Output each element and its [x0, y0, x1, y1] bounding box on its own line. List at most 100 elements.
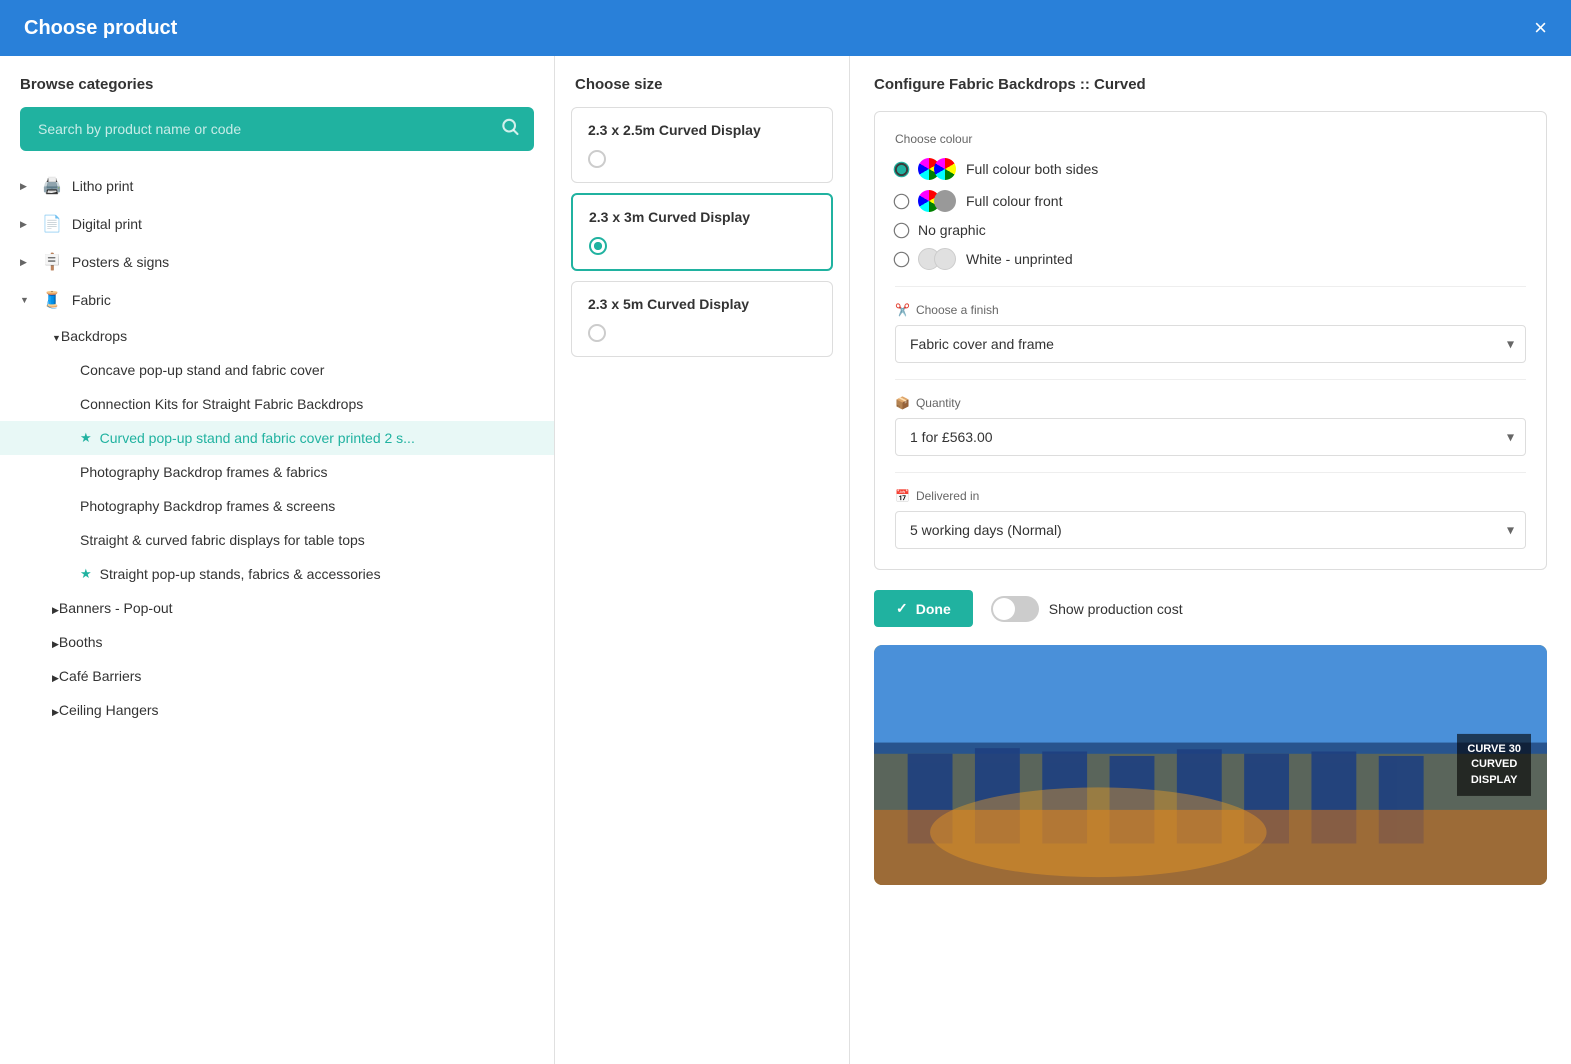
search-input[interactable] [20, 107, 534, 151]
swatch-circle [934, 248, 956, 270]
size-card-3[interactable]: 2.3 x 5m Curved Display [571, 281, 833, 357]
radio-button[interactable] [588, 324, 606, 342]
colour-radio-full-front[interactable] [894, 193, 910, 209]
modal-body: Browse categories 🖨️ Litho print 📄 Digit… [0, 56, 1571, 1064]
sidebar-item-label: Fabric [72, 292, 111, 308]
radio-button[interactable] [589, 237, 607, 255]
divider [895, 472, 1526, 473]
arrow-icon [52, 600, 59, 616]
modal-header: Choose product × [0, 0, 1571, 56]
arrow-icon [20, 294, 32, 306]
config-box: Choose colour Full colour both sides Ful… [874, 111, 1547, 570]
colour-radio-white[interactable] [894, 251, 910, 267]
sidebar-item-connection[interactable]: Connection Kits for Straight Fabric Back… [0, 387, 554, 421]
size-card-label: 2.3 x 2.5m Curved Display [588, 122, 816, 138]
sidebar-item-backdrops[interactable]: Backdrops [0, 319, 554, 353]
category-icon: 📄 [42, 214, 62, 234]
arrow-icon [20, 218, 32, 230]
radio-button[interactable] [588, 150, 606, 168]
colour-option-full-front[interactable]: Full colour front [895, 190, 1526, 212]
sidebar-item-posters[interactable]: 🪧 Posters & signs [0, 243, 554, 281]
quantity-select-wrap: 1 for £563.00 2 for £1,020.00 3 for £1,4… [895, 418, 1526, 456]
size-card-1[interactable]: 2.3 x 2.5m Curved Display [571, 107, 833, 183]
sidebar-item-label: Straight pop-up stands, fabrics & access… [100, 566, 381, 582]
sidebar-item-litho[interactable]: 🖨️ Litho print [0, 167, 554, 205]
category-list: 🖨️ Litho print 📄 Digital print 🪧 Posters… [0, 167, 554, 727]
size-radio-1[interactable] [588, 150, 816, 168]
colour-option-no-graphic[interactable]: No graphic [895, 222, 1526, 238]
sidebar-item-label: Photography Backdrop frames & fabrics [80, 464, 327, 480]
quantity-select[interactable]: 1 for £563.00 2 for £1,020.00 3 for £1,4… [895, 418, 1526, 456]
sidebar-item-cafe[interactable]: Café Barriers [0, 659, 554, 693]
colour-section-label: Choose colour [895, 132, 1526, 146]
category-icon: 🪧 [42, 252, 62, 272]
arrow-icon [20, 256, 32, 268]
sidebar-item-label: Digital print [72, 216, 142, 232]
colour-option-white[interactable]: White - unprinted [895, 248, 1526, 270]
product-overlay: CURVE 30 CURVED DISPLAY [1457, 734, 1531, 796]
sidebar-item-ceiling[interactable]: Ceiling Hangers [0, 693, 554, 727]
divider [895, 379, 1526, 380]
sidebar-item-photo-screens[interactable]: Photography Backdrop frames & screens [0, 489, 554, 523]
overlay-line2: CURVED [1467, 757, 1521, 772]
swatch-circle [934, 190, 956, 212]
delivery-select-wrap: 5 working days (Normal) 3 working days (… [895, 511, 1526, 549]
size-radio-2[interactable] [589, 237, 815, 255]
right-panel: Configure Fabric Backdrops :: Curved Cho… [850, 56, 1571, 1064]
sidebar-item-label: Concave pop-up stand and fabric cover [80, 362, 324, 378]
sidebar-item-label: Photography Backdrop frames & screens [80, 498, 335, 514]
sidebar-item-label: Curved pop-up stand and fabric cover pri… [100, 430, 415, 446]
colour-option-full-both[interactable]: Full colour both sides [895, 158, 1526, 180]
finish-select[interactable]: Fabric cover and frame Fabric cover only… [895, 325, 1526, 363]
sidebar-item-curved[interactable]: ★ Curved pop-up stand and fabric cover p… [0, 421, 554, 455]
sidebar-item-straight-table[interactable]: Straight & curved fabric displays for ta… [0, 523, 554, 557]
delivery-select[interactable]: 5 working days (Normal) 3 working days (… [895, 511, 1526, 549]
overlay-line3: DISPLAY [1467, 773, 1521, 788]
overlay-line1: CURVE 30 [1467, 742, 1521, 757]
arrow-icon [52, 668, 59, 684]
colour-label: Full colour both sides [966, 161, 1098, 177]
sidebar-item-label: Straight & curved fabric displays for ta… [80, 532, 365, 548]
sidebar-item-label: Banners - Pop-out [59, 600, 173, 616]
sidebar-item-straight-pop[interactable]: ★ Straight pop-up stands, fabrics & acce… [0, 557, 554, 591]
choose-size-title: Choose size [555, 76, 849, 107]
finish-section-label: ✂️ Choose a finish [895, 303, 1526, 317]
search-box [20, 107, 534, 151]
size-radio-3[interactable] [588, 324, 816, 342]
modal-title: Choose product [24, 17, 177, 40]
quantity-section-label: 📦 Quantity [895, 396, 1526, 410]
sidebar-item-label: Litho print [72, 178, 133, 194]
quantity-icon: 📦 [895, 396, 910, 410]
search-icon [500, 117, 520, 142]
arrow-icon [52, 634, 59, 650]
colour-radio-no-graphic[interactable] [894, 222, 910, 238]
finish-icon: ✂️ [895, 303, 910, 317]
colour-radio-full-both[interactable] [894, 161, 910, 177]
size-card-label: 2.3 x 5m Curved Display [588, 296, 816, 312]
colour-label: White - unprinted [966, 251, 1073, 267]
size-card-2[interactable]: 2.3 x 3m Curved Display [571, 193, 833, 271]
category-icon: 🧵 [42, 290, 62, 310]
sidebar-item-photo-frames[interactable]: Photography Backdrop frames & fabrics [0, 455, 554, 489]
left-panel: Browse categories 🖨️ Litho print 📄 Digit… [0, 56, 555, 1064]
sidebar-item-concave[interactable]: Concave pop-up stand and fabric cover [0, 353, 554, 387]
sidebar-item-label: Ceiling Hangers [59, 702, 159, 718]
sidebar-item-label: Booths [59, 634, 103, 650]
size-card-label: 2.3 x 3m Curved Display [589, 209, 815, 225]
sidebar-item-label: Connection Kits for Straight Fabric Back… [80, 396, 363, 412]
arrow-icon [52, 702, 59, 718]
category-icon: 🖨️ [42, 176, 62, 196]
sidebar-item-banners[interactable]: Banners - Pop-out [0, 591, 554, 625]
done-button[interactable]: ✓ Done [874, 590, 973, 627]
middle-panel: Choose size 2.3 x 2.5m Curved Display 2.… [555, 56, 850, 1064]
sidebar-item-digital[interactable]: 📄 Digital print [0, 205, 554, 243]
done-row: ✓ Done Show production cost [874, 590, 1547, 627]
production-cost-toggle[interactable] [991, 596, 1039, 622]
close-button[interactable]: × [1534, 17, 1547, 39]
sidebar-item-fabric[interactable]: 🧵 Fabric [0, 281, 554, 319]
sidebar-item-booths[interactable]: Booths [0, 625, 554, 659]
finish-select-wrap: Fabric cover and frame Fabric cover only… [895, 325, 1526, 363]
divider [895, 286, 1526, 287]
product-image: CURVE 30 CURVED DISPLAY [874, 645, 1547, 885]
colour-swatches [918, 158, 956, 180]
